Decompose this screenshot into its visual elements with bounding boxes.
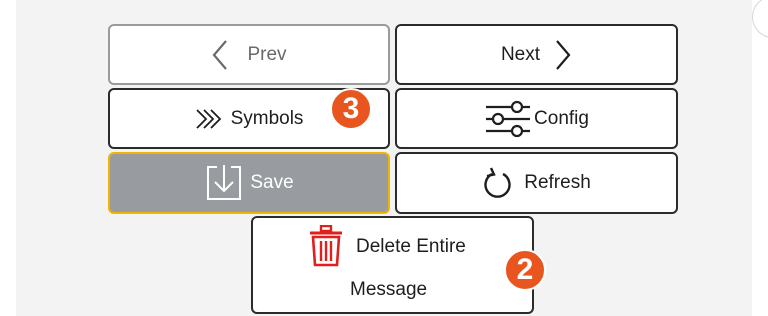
config-button[interactable]: Config [395,88,678,149]
next-label: Next [500,43,541,65]
step-badge-2: 2 [504,249,546,291]
refresh-icon [482,166,514,200]
refresh-label: Refresh [524,172,591,193]
config-label: Config [534,107,589,129]
next-button[interactable]: Next [395,24,678,85]
prev-button[interactable]: Prev [108,24,390,85]
refresh-button[interactable]: Refresh [395,152,678,214]
download-arrow-icon [204,163,244,203]
save-button[interactable]: Save [108,152,390,214]
delete-label-line1: Delete Entire [356,236,466,257]
chevron-left-icon [211,39,229,71]
delete-label-line2: Message [350,279,428,300]
save-label: Save [250,172,294,193]
triple-chevron-right-icon [195,108,225,130]
sliders-icon [484,100,532,138]
step-badge-3: 3 [330,88,372,130]
corner-bubble [752,0,768,38]
chevron-right-icon [554,39,572,71]
trash-icon [309,225,343,267]
delete-message-button[interactable]: Delete Entire Message [251,216,534,314]
symbols-label: Symbols [230,107,304,129]
prev-label: Prev [247,43,287,65]
